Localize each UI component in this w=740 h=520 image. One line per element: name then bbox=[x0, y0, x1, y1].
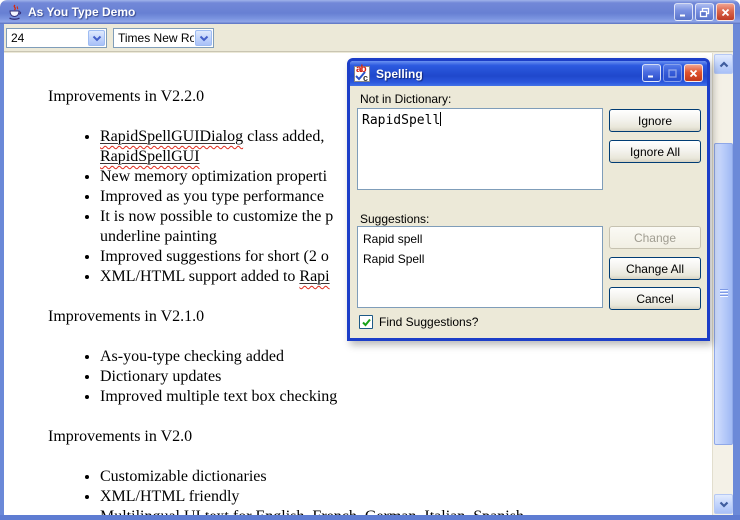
doc-list: As-you-type checking added Dictionary upd… bbox=[48, 347, 702, 407]
doc-text: Improved as you type performance bbox=[100, 188, 324, 205]
doc-list-item: As-you-type checking added bbox=[100, 347, 702, 367]
misspelled-word: RapidSpellGUI bbox=[100, 148, 200, 165]
doc-text: Improved multiple text box checking bbox=[100, 388, 338, 405]
window-border-bottom bbox=[0, 515, 740, 520]
doc-list-item: Multilingual UI text for English, French… bbox=[100, 507, 702, 515]
suggestion-item[interactable]: Rapid spell bbox=[358, 229, 602, 249]
suggestions-label: Suggestions: bbox=[360, 212, 430, 226]
doc-list-item: Dictionary updates bbox=[100, 367, 702, 387]
dialog-title-bar: ab c Spelling bbox=[350, 61, 707, 86]
chevron-down-icon bbox=[92, 35, 101, 41]
misspelled-word: Rapi bbox=[299, 268, 330, 285]
chevron-up-icon bbox=[719, 60, 728, 67]
doc-list-item: XML/HTML friendly bbox=[100, 487, 702, 507]
doc-text: Improved suggestions for short (2 o bbox=[100, 248, 329, 265]
suggestion-item[interactable]: Rapid Spell bbox=[358, 249, 602, 269]
doc-text: class added, bbox=[243, 128, 325, 145]
vertical-scrollbar[interactable] bbox=[712, 53, 733, 515]
font-family-dropdown-button[interactable] bbox=[195, 30, 212, 46]
text-caret bbox=[440, 112, 442, 126]
doc-text: Dictionary updates bbox=[100, 368, 222, 385]
doc-text: XML/HTML support added to bbox=[100, 268, 300, 285]
font-size-combo[interactable]: 24 bbox=[6, 28, 107, 48]
doc-text: It is now possible to customize the p bbox=[100, 208, 334, 225]
doc-text: underline painting bbox=[100, 228, 217, 245]
find-suggestions-label: Find Suggestions? bbox=[379, 315, 479, 329]
window-title: As You Type Demo bbox=[28, 5, 136, 19]
find-suggestions-checkbox[interactable] bbox=[359, 315, 373, 329]
doc-text: XML/HTML friendly bbox=[100, 488, 240, 505]
change-button: Change bbox=[609, 226, 701, 249]
window-border-left bbox=[0, 24, 4, 520]
doc-heading: Improvements in V2.0 bbox=[48, 428, 193, 445]
checkmark-icon bbox=[361, 318, 371, 326]
chevron-down-icon bbox=[719, 501, 728, 508]
change-all-button[interactable]: Change All bbox=[609, 257, 701, 280]
spelling-dialog: ab c Spelling Not in Dictionary: RapidSpe… bbox=[347, 58, 710, 341]
scroll-down-button[interactable] bbox=[714, 494, 733, 514]
font-family-value: Times New Ro... bbox=[118, 31, 194, 45]
doc-text: As-you-type checking added bbox=[100, 348, 284, 365]
not-in-dictionary-textarea[interactable]: RapidSpell bbox=[357, 108, 603, 190]
cancel-button[interactable]: Cancel bbox=[609, 287, 701, 310]
font-size-dropdown-button[interactable] bbox=[88, 30, 105, 46]
chevron-down-icon bbox=[199, 35, 208, 41]
java-cup-icon bbox=[6, 3, 23, 21]
doc-text: Customizable dictionaries bbox=[100, 468, 267, 485]
font-family-combo[interactable]: Times New Ro... bbox=[113, 28, 214, 48]
close-button[interactable] bbox=[716, 3, 735, 21]
dialog-maximize-button bbox=[663, 64, 682, 82]
toolbar: 24 Times New Ro... bbox=[4, 24, 736, 52]
misspelled-word-value: RapidSpell bbox=[362, 113, 441, 128]
app-window: As You Type Demo 24 Times New Ro Improve… bbox=[0, 0, 740, 520]
doc-text: Multilingual UI text for English, French… bbox=[100, 508, 524, 515]
spellcheck-abc-icon: ab c bbox=[354, 63, 370, 83]
restore-button[interactable] bbox=[695, 3, 714, 21]
scroll-thumb[interactable] bbox=[714, 143, 733, 445]
scroll-up-button[interactable] bbox=[714, 54, 733, 74]
ignore-button[interactable]: Ignore bbox=[609, 109, 701, 132]
dialog-title: Spelling bbox=[376, 66, 423, 81]
suggestions-list[interactable]: Rapid spell Rapid Spell bbox=[357, 226, 603, 308]
font-size-value: 24 bbox=[11, 31, 25, 45]
not-in-dictionary-label: Not in Dictionary: bbox=[360, 92, 452, 106]
window-border-right bbox=[733, 24, 740, 520]
dialog-close-button[interactable] bbox=[684, 64, 703, 82]
ignore-all-button[interactable]: Ignore All bbox=[609, 140, 701, 163]
doc-list-item: Customizable dictionaries bbox=[100, 467, 702, 487]
title-bar: As You Type Demo bbox=[0, 0, 740, 24]
doc-list: Customizable dictionaries XML/HTML friend… bbox=[48, 467, 702, 515]
doc-list-item: Improved multiple text box checking bbox=[100, 387, 702, 407]
doc-text: New memory optimization properti bbox=[100, 168, 328, 185]
misspelled-word: RapidSpellGUIDialog bbox=[100, 128, 244, 145]
minimize-button[interactable] bbox=[674, 3, 693, 21]
dialog-minimize-button[interactable] bbox=[642, 64, 661, 82]
dialog-body: Not in Dictionary: RapidSpell Ignore Ign… bbox=[350, 86, 707, 338]
